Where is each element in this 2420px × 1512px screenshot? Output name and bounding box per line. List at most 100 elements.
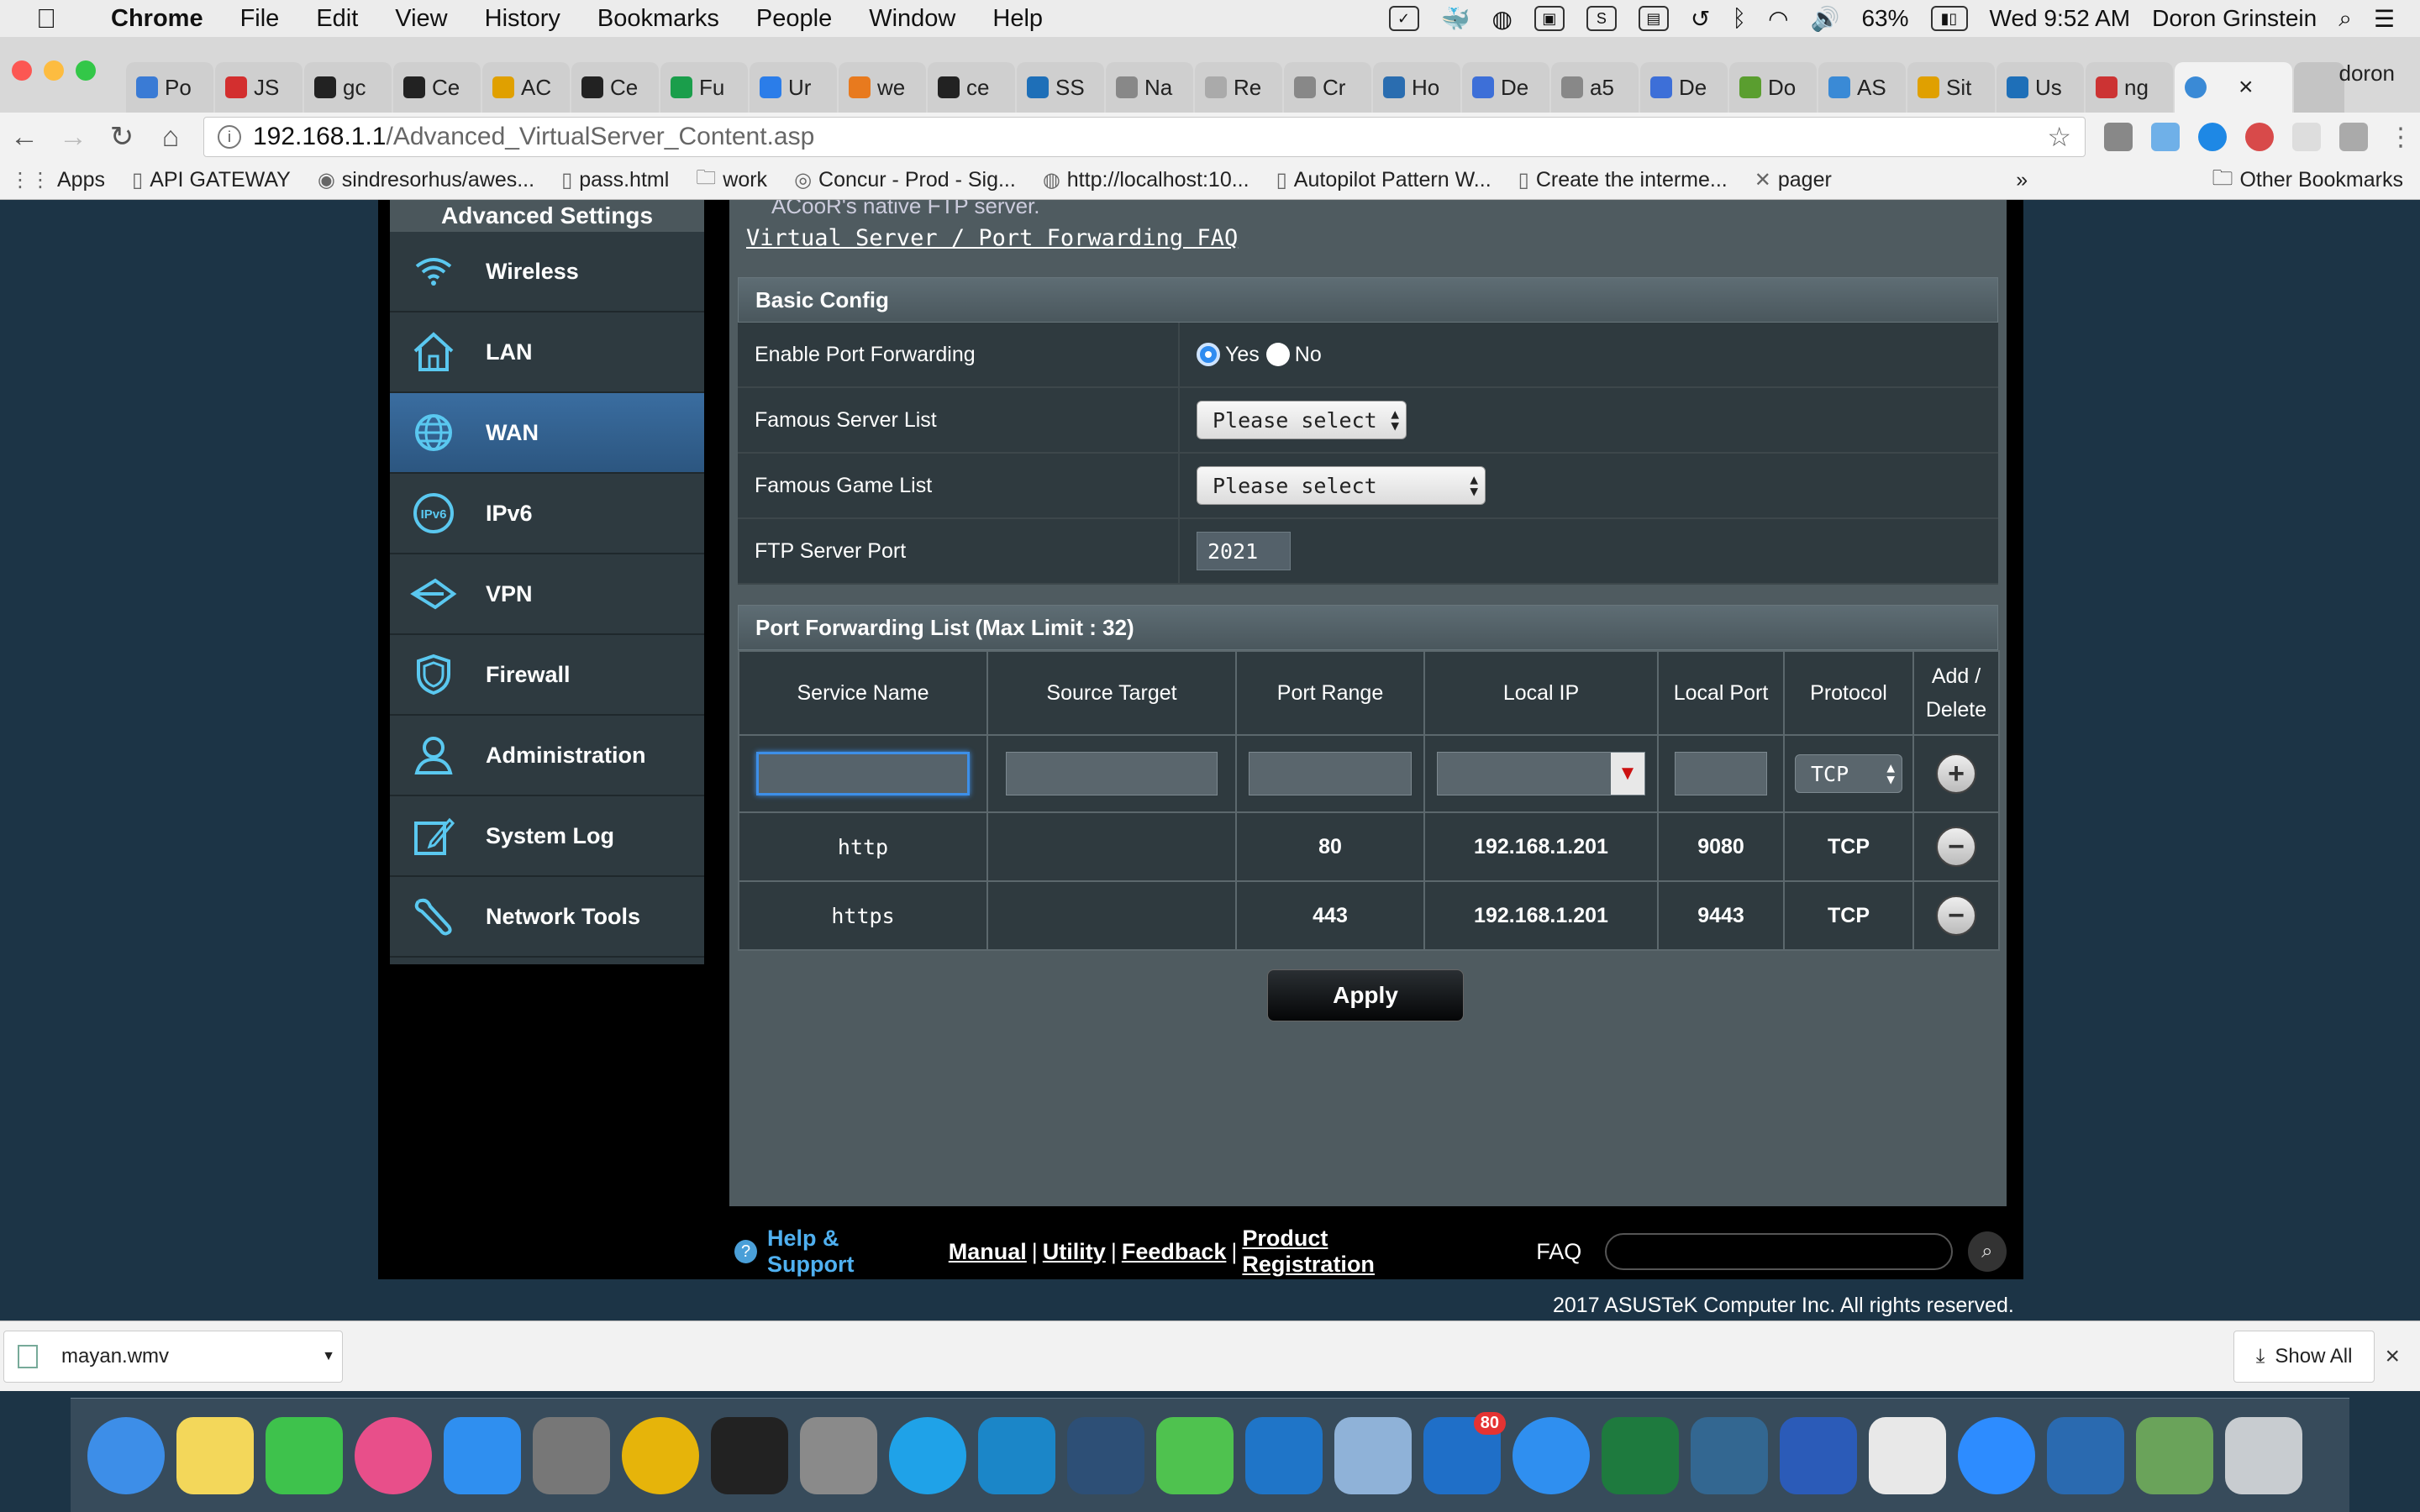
preview-icon[interactable]: [1334, 1416, 1412, 1494]
bookmarks-overflow-button[interactable]: »: [2016, 168, 2028, 192]
sidebar-item-firewall[interactable]: Firewall: [390, 635, 704, 716]
browser-tab[interactable]: JS: [215, 62, 302, 113]
itunes-icon[interactable]: [355, 1416, 432, 1494]
browser-tab[interactable]: we: [839, 62, 926, 113]
browser-tab[interactable]: Cr: [1284, 62, 1371, 113]
browser-tab[interactable]: ce: [928, 62, 1015, 113]
address-bar[interactable]: i 192.168.1.1/Advanced_VirtualServer_Con…: [203, 117, 2086, 157]
sidebar-item-wan[interactable]: WAN: [390, 393, 704, 474]
react-extension-icon[interactable]: [2292, 123, 2321, 151]
menu-help[interactable]: Help: [974, 5, 1061, 33]
browser-tab[interactable]: De: [1462, 62, 1549, 113]
calculator-icon[interactable]: [800, 1416, 877, 1494]
slack-icon[interactable]: [1869, 1416, 1946, 1494]
sophos-icon[interactable]: [2047, 1416, 2124, 1494]
system-preferences-icon[interactable]: [533, 1416, 610, 1494]
bookmark-item[interactable]: ✕ pager: [1754, 168, 1832, 192]
manual-link[interactable]: Manual: [949, 1239, 1027, 1265]
vscode-icon[interactable]: [1245, 1416, 1323, 1494]
pgadmin-icon[interactable]: [1691, 1416, 1768, 1494]
port-forwarding-faq-link[interactable]: Virtual Server / Port Forwarding FAQ: [746, 225, 1238, 251]
delete-rule-icon[interactable]: −: [1936, 895, 1976, 936]
zoom-icon[interactable]: [1958, 1416, 2035, 1494]
finder-icon[interactable]: [87, 1416, 165, 1494]
product-registration-link[interactable]: Product Registration: [1242, 1226, 1459, 1278]
apply-button[interactable]: Apply: [1267, 969, 1464, 1021]
wifi-status-icon[interactable]: ◠: [1768, 5, 1788, 33]
bookmark-star-icon[interactable]: ☆: [2047, 121, 2071, 153]
volume-icon[interactable]: 🔊: [1811, 5, 1840, 33]
chevron-down-icon[interactable]: ▼: [322, 1349, 335, 1364]
browser-tab[interactable]: Re: [1195, 62, 1282, 113]
outlook-icon[interactable]: 80: [1423, 1411, 1506, 1494]
ftp-port-input[interactable]: 2021: [1197, 532, 1291, 570]
reload-extension-icon[interactable]: [2245, 123, 2274, 151]
menu-window[interactable]: Window: [850, 5, 974, 33]
bookmark-item[interactable]: ◍ http://localhost:10...: [1043, 168, 1249, 192]
browser-tab[interactable]: Do: [1729, 62, 1817, 113]
trash-icon[interactable]: [2225, 1416, 2302, 1494]
facetime-icon[interactable]: [266, 1416, 343, 1494]
zoom-window-button[interactable]: [76, 60, 96, 81]
sidebar-item-administration[interactable]: Administration: [390, 716, 704, 796]
sidebar-item-network-tools[interactable]: Network Tools: [390, 877, 704, 958]
sourcetree-icon[interactable]: [1156, 1416, 1234, 1494]
menu-people[interactable]: People: [738, 5, 850, 33]
webstorm-icon[interactable]: [978, 1416, 1055, 1494]
local-port-input[interactable]: [1675, 752, 1767, 795]
sophos-status-icon[interactable]: S: [1586, 6, 1617, 31]
source-target-input[interactable]: [1006, 752, 1218, 795]
menu-bookmarks[interactable]: Bookmarks: [579, 5, 738, 33]
sidebar-item-lan[interactable]: LAN: [390, 312, 704, 393]
skype-icon[interactable]: [889, 1416, 966, 1494]
time-machine-icon[interactable]: ↺: [1691, 5, 1710, 33]
bookmark-item[interactable]: ⋮⋮ Apps: [10, 168, 105, 192]
browser-tab[interactable]: Sit: [1907, 62, 1995, 113]
jetbrains-extension-icon[interactable]: [2104, 123, 2133, 151]
word-icon[interactable]: [1780, 1416, 1857, 1494]
local-ip-input[interactable]: ▼: [1437, 752, 1645, 795]
utility-link[interactable]: Utility: [1043, 1239, 1106, 1265]
browser-tab[interactable]: Ce: [393, 62, 481, 113]
browser-tab[interactable]: SS: [1017, 62, 1104, 113]
browser-tab[interactable]: a5: [1551, 62, 1639, 113]
bookmark-item[interactable]: ▯ Autopilot Pattern W...: [1276, 168, 1491, 192]
download-item[interactable]: mayan.wmv ▼: [3, 1330, 343, 1383]
other-bookmarks[interactable]: 🗀 Other Bookmarks: [2212, 162, 2403, 198]
minimize-window-button[interactable]: [44, 60, 64, 81]
network-utility-icon[interactable]: [2136, 1416, 2213, 1494]
window-switch-icon[interactable]: ▣: [1534, 6, 1565, 31]
menu-history[interactable]: History: [466, 5, 579, 33]
menu-view[interactable]: View: [376, 5, 466, 33]
famous-server-select[interactable]: Please select ▲ ▼: [1197, 401, 1407, 439]
browser-tab[interactable]: De: [1640, 62, 1728, 113]
browser-tab[interactable]: ng: [2086, 62, 2173, 113]
browser-tab[interactable]: Na: [1106, 62, 1193, 113]
no-radio[interactable]: [1265, 343, 1290, 366]
menu-file[interactable]: File: [222, 5, 298, 33]
menu-app-name[interactable]: Chrome: [92, 5, 222, 33]
browser-tab[interactable]: Us: [1996, 62, 2084, 113]
browser-tab[interactable]: gc: [304, 62, 392, 113]
show-all-downloads-button[interactable]: ⤓ Show All: [2233, 1330, 2375, 1383]
faq-search-input[interactable]: [1605, 1233, 1953, 1270]
excel-icon[interactable]: [1602, 1416, 1679, 1494]
yes-radio[interactable]: [1197, 343, 1220, 366]
spotlight-search-icon[interactable]: ⌕: [2338, 5, 2352, 33]
bookmark-item[interactable]: ▯ pass.html: [561, 168, 669, 192]
terminal-icon[interactable]: [711, 1416, 788, 1494]
theme-extension-icon[interactable]: [2339, 123, 2368, 151]
protocol-select[interactable]: TCP ▲ ▼: [1795, 754, 1902, 793]
browser-tab[interactable]: Ce: [571, 62, 659, 113]
user-name[interactable]: Doron Grinstein: [2152, 5, 2317, 32]
site-info-icon[interactable]: i: [218, 125, 241, 149]
bookmark-item[interactable]: ◎ Concur - Prod - Sig...: [794, 168, 1016, 192]
chrome-icon[interactable]: [622, 1416, 699, 1494]
safari-icon[interactable]: [1512, 1416, 1590, 1494]
close-window-button[interactable]: [12, 60, 32, 81]
notes-icon[interactable]: [176, 1416, 254, 1494]
sidebar-item-ipv6[interactable]: IPv6 IPv6: [390, 474, 704, 554]
sidebar-item-system-log[interactable]: System Log: [390, 796, 704, 877]
bookmark-item[interactable]: ◉ sindresorhus/awes...: [318, 168, 534, 192]
close-shelf-icon[interactable]: ×: [2385, 1342, 2400, 1371]
